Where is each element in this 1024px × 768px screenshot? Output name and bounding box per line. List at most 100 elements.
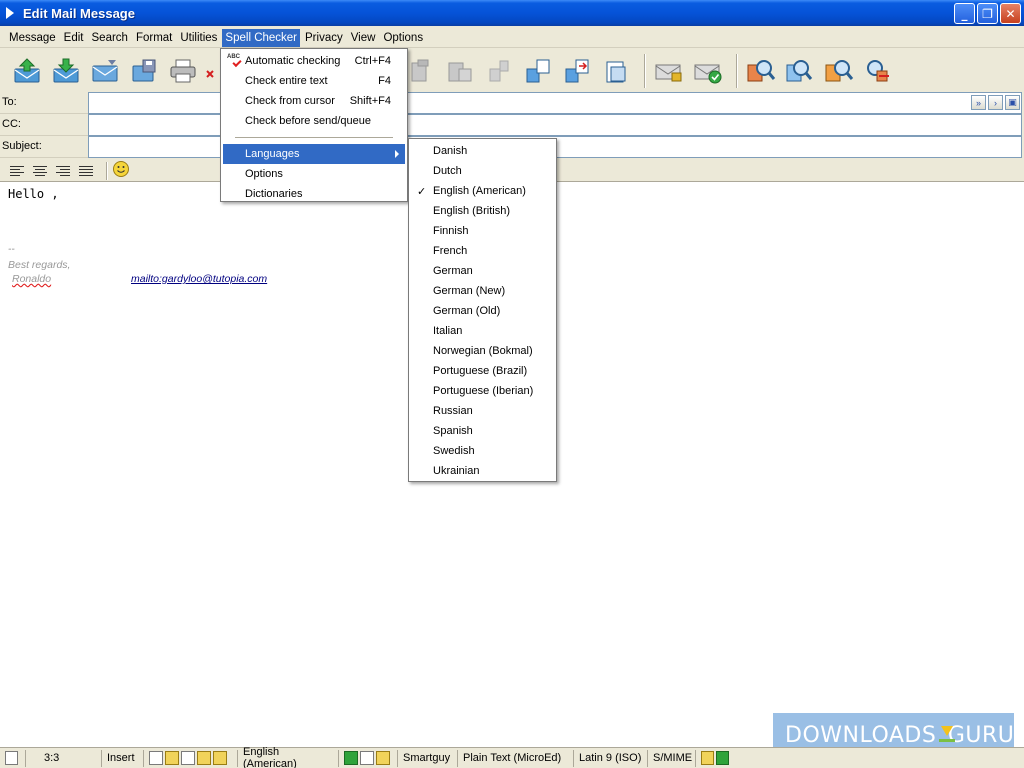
justify-icon[interactable] <box>79 163 97 179</box>
language-label: German (Old) <box>433 305 501 317</box>
find-next-icon[interactable] <box>783 54 817 88</box>
menu-message[interactable]: Message <box>6 29 59 47</box>
language-item[interactable]: Portuguese (Iberian) <box>409 381 556 401</box>
language-item[interactable]: Danish <box>409 141 556 161</box>
minimize-button[interactable]: _ <box>954 3 975 24</box>
to-row: To: » › ▣ <box>0 92 1024 114</box>
lock-icon[interactable] <box>701 751 714 765</box>
expand-icon[interactable]: » <box>971 95 986 110</box>
menu-item-check-from-cursor[interactable]: Check from cursor Shift+F4 <box>223 91 405 111</box>
close-button[interactable]: ✕ <box>1000 3 1021 24</box>
menu-item-options[interactable]: Options <box>223 164 405 184</box>
language-item[interactable]: Swedish <box>409 441 556 461</box>
submenu-arrow-icon <box>395 150 399 158</box>
status-bar: 3:3 Insert English (American) Smartguy P… <box>0 746 1024 768</box>
align-center-icon[interactable] <box>33 163 51 179</box>
signed-icon[interactable] <box>716 751 729 765</box>
menu-item-check-before-send[interactable]: Check before send/queue <box>223 111 405 131</box>
replace-next-icon[interactable] <box>861 54 895 88</box>
greeting-text: Hello , <box>8 187 59 201</box>
align-right-icon[interactable] <box>56 163 74 179</box>
format-separator <box>106 161 108 180</box>
status-charset[interactable]: Latin 9 (ISO) <box>574 749 648 767</box>
menu-item-languages[interactable]: Languages <box>223 144 405 164</box>
attach-icon[interactable] <box>521 54 555 88</box>
quote-icon[interactable] <box>165 751 179 765</box>
encrypt-icon[interactable] <box>691 54 725 88</box>
language-label: Spanish <box>433 425 473 437</box>
save-icon[interactable] <box>127 54 161 88</box>
language-item[interactable]: Russian <box>409 401 556 421</box>
insert-mode[interactable]: Insert <box>102 749 144 767</box>
menu-options[interactable]: Options <box>380 29 426 47</box>
menu-item-label: Check before send/queue <box>245 115 371 127</box>
document-icon <box>5 751 18 765</box>
language-label: Swedish <box>433 445 475 457</box>
language-item[interactable]: Ukrainian <box>409 461 556 481</box>
delete-icon[interactable] <box>205 54 215 88</box>
send-icon[interactable] <box>10 54 44 88</box>
print-icon[interactable] <box>166 54 200 88</box>
paragraph-icon[interactable] <box>181 751 195 765</box>
save-draft-icon[interactable] <box>88 54 122 88</box>
window-controls: _ ❐ ✕ <box>954 3 1021 24</box>
priority-icon[interactable] <box>376 751 390 765</box>
subject-label: Subject: <box>0 136 88 158</box>
toolbar-separator <box>644 54 647 88</box>
paste-icon[interactable] <box>443 54 477 88</box>
forward-icon[interactable]: › <box>988 95 1003 110</box>
menu-format[interactable]: Format <box>133 29 175 47</box>
language-label: English (British) <box>433 205 511 217</box>
language-item[interactable]: Norwegian (Bokmal) <box>409 341 556 361</box>
align-left-icon[interactable] <box>10 163 28 179</box>
find-icon[interactable] <box>744 54 778 88</box>
language-item[interactable]: Dutch <box>409 161 556 181</box>
menu-search[interactable]: Search <box>89 29 131 47</box>
sign-icon[interactable] <box>652 54 686 88</box>
language-item[interactable]: Portuguese (Brazil) <box>409 361 556 381</box>
paste-special-icon[interactable] <box>482 54 516 88</box>
status-language[interactable]: English (American) <box>238 746 339 768</box>
language-item[interactable]: French <box>409 241 556 261</box>
language-item-selected[interactable]: ✓ English (American) <box>409 181 556 201</box>
online-icon[interactable] <box>344 751 358 765</box>
menu-item-label: Automatic checking <box>245 55 341 67</box>
language-item[interactable]: Italian <box>409 321 556 341</box>
language-item[interactable]: Finnish <box>409 221 556 241</box>
status-format[interactable]: Plain Text (MicroEd) <box>458 749 574 767</box>
language-label: Ukrainian <box>433 465 480 477</box>
address-book-icon[interactable]: ▣ <box>1005 95 1020 110</box>
toolbar-separator <box>736 54 739 88</box>
menu-item-dictionaries[interactable]: Dictionaries <box>223 184 405 204</box>
insert-icon[interactable] <box>560 54 594 88</box>
status-security[interactable]: S/MIME <box>648 749 696 767</box>
language-item[interactable]: German <box>409 261 556 281</box>
menu-utilities[interactable]: Utilities <box>177 29 220 47</box>
signature-mailto-link[interactable]: mailto:gardyloo@tutopia.com <box>131 273 267 285</box>
highlight-icon[interactable] <box>197 751 211 765</box>
language-item[interactable]: German (New) <box>409 281 556 301</box>
menu-edit[interactable]: Edit <box>61 29 87 47</box>
menu-spell-checker[interactable]: Spell Checker <box>222 28 301 47</box>
cc-label: CC: <box>0 114 88 136</box>
queue-icon[interactable] <box>49 54 83 88</box>
language-label: Finnish <box>433 225 469 237</box>
receipt-icon[interactable] <box>360 751 374 765</box>
menu-item-check-entire-text[interactable]: Check entire text F4 <box>223 71 405 91</box>
maximize-button[interactable]: ❐ <box>977 3 998 24</box>
language-item[interactable]: English (British) <box>409 201 556 221</box>
copy-icon[interactable] <box>405 54 439 88</box>
smiley-icon[interactable] <box>112 160 130 181</box>
language-item[interactable]: Spanish <box>409 421 556 441</box>
replace-icon[interactable] <box>822 54 856 88</box>
menu-view[interactable]: View <box>348 29 379 47</box>
menu-item-automatic-checking[interactable]: ABC Automatic checking Ctrl+F4 <box>223 51 405 71</box>
wrap-icon[interactable] <box>149 751 163 765</box>
spellcheck-status-icon[interactable] <box>213 751 227 765</box>
language-label: Danish <box>433 145 468 157</box>
status-account[interactable]: Smartguy <box>398 749 458 767</box>
menu-privacy[interactable]: Privacy <box>302 29 346 47</box>
title-bar[interactable]: Edit Mail Message _ ❐ ✕ <box>0 0 1024 26</box>
language-item[interactable]: German (Old) <box>409 301 556 321</box>
insert-file-icon[interactable] <box>599 54 633 88</box>
